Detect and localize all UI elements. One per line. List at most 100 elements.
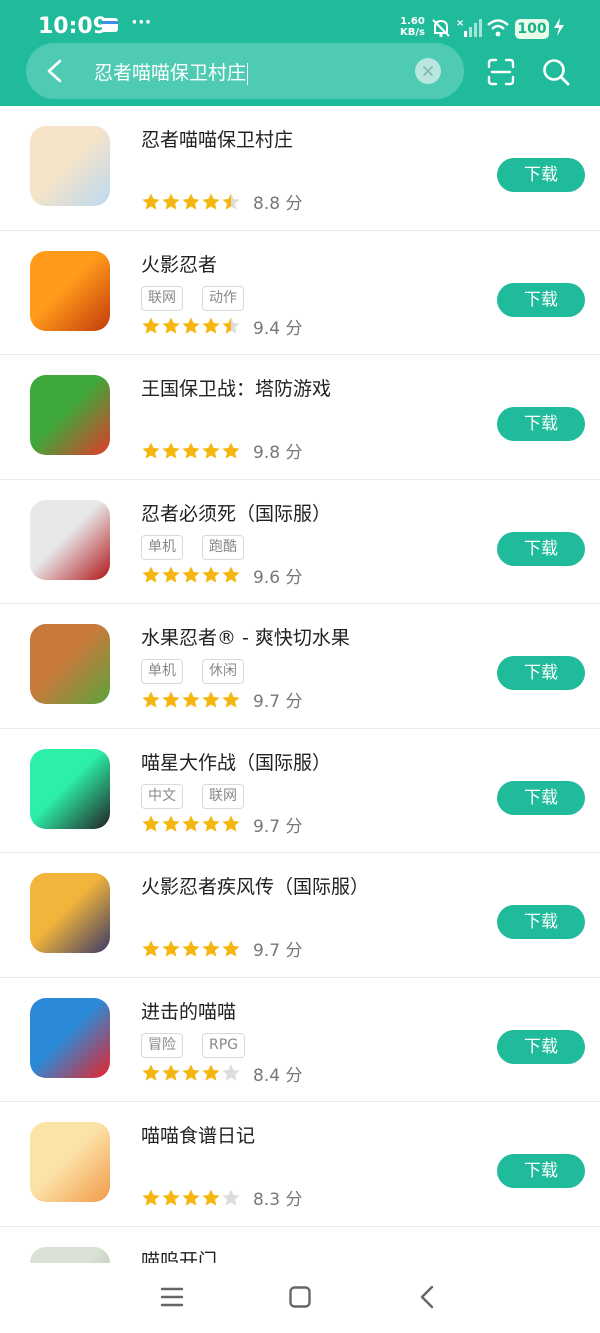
app-tags: 中文 联网 (141, 783, 244, 809)
app-name[interactable]: 火影忍者疾风传（国际服） (141, 872, 369, 899)
app-tag: 休闲 (202, 659, 244, 684)
star-icon (202, 691, 220, 708)
app-score: 9.7 分 (253, 692, 303, 712)
app-name[interactable]: 忍者必须死（国际服） (141, 499, 331, 526)
download-button[interactable]: 下载 (497, 656, 585, 690)
app-tag: 联网 (202, 783, 244, 809)
download-button[interactable]: 下载 (497, 407, 585, 441)
app-list-item[interactable]: 水果忍者® - 爽快切水果 单机 休闲 9.7 分 下载 (0, 604, 600, 729)
app-name[interactable]: 忍者喵喵保卫村庄 (141, 125, 293, 152)
app-icon[interactable] (30, 624, 110, 704)
app-list-item[interactable]: 喵喵食谱日记 8.3 分 下载 (0, 1102, 600, 1227)
header: 10:09 ··· 1.60 KB/s × 100 忍者喵喵保卫村庄 (0, 0, 600, 106)
app-rating: 8.8 分 (141, 189, 302, 214)
app-score: 9.6 分 (253, 567, 303, 588)
search-icon[interactable] (541, 57, 571, 87)
app-rating: 8.4 分 (141, 1061, 302, 1086)
scan-icon[interactable] (486, 57, 516, 87)
app-list-item[interactable]: 喵呜开门 (0, 1227, 600, 1264)
download-button[interactable]: 下载 (497, 531, 585, 566)
app-score: 9.8 分 (253, 443, 303, 463)
star-icon (182, 317, 200, 334)
app-tag: 联网 (141, 285, 183, 311)
download-button[interactable]: 下载 (497, 905, 585, 939)
app-icon[interactable] (30, 997, 110, 1078)
app-tags: 单机 跑酷 (141, 534, 244, 560)
battery-level: 100 (515, 19, 549, 39)
star-icon (142, 317, 160, 334)
back-arrow-icon[interactable] (42, 57, 68, 85)
app-list-item[interactable]: 火影忍者疾风传（国际服） 9.7 分 下载 (0, 853, 600, 978)
net-speed: 1.60 KB/s (400, 16, 425, 38)
star-icon (182, 691, 200, 708)
star-icon (142, 691, 160, 708)
app-score: 8.3 分 (253, 1190, 303, 1210)
home-icon[interactable] (288, 1285, 312, 1309)
app-tag: 单机 (141, 659, 183, 684)
star-icon (222, 1064, 240, 1081)
app-list-item[interactable]: 火影忍者联网 动作 9.4 分 下载 (0, 231, 600, 355)
back-icon[interactable] (416, 1285, 440, 1309)
app-name[interactable]: 喵星大作战（国际服） (141, 748, 331, 775)
clear-x-icon[interactable] (415, 58, 441, 84)
star-icon (162, 317, 180, 334)
menu-icon[interactable] (160, 1285, 184, 1309)
status-bar: 10:09 ··· 1.60 KB/s × 100 (0, 0, 600, 48)
app-icon[interactable] (30, 126, 110, 206)
app-score: 9.4 分 (253, 318, 303, 339)
app-tags: 冒险 RPG (141, 1032, 246, 1058)
star-icon (142, 442, 160, 459)
app-icon[interactable] (30, 1122, 110, 1202)
app-list-item[interactable]: 喵星大作战（国际服） 中文 联网 9.7 分 下载 (0, 729, 600, 853)
download-button[interactable]: 下载 (497, 780, 585, 815)
app-icon[interactable] (30, 748, 110, 829)
app-icon[interactable] (30, 375, 110, 455)
app-name[interactable]: 喵喵食谱日记 (141, 1121, 255, 1148)
star-icon (202, 566, 220, 583)
app-name[interactable]: 进击的喵喵 (141, 997, 236, 1024)
star-icon (142, 1189, 160, 1206)
app-name[interactable]: 火影忍者 (141, 250, 217, 277)
app-list-item[interactable]: 忍者喵喵保卫村庄 8.8 分 下载 (0, 106, 600, 231)
app-tag: 动作 (202, 285, 244, 311)
app-icon[interactable] (30, 250, 110, 331)
wifi-icon (487, 19, 509, 37)
app-score: 9.7 分 (253, 941, 303, 961)
download-button[interactable]: 下载 (497, 158, 585, 192)
bell-muted-icon (432, 19, 450, 38)
search-bar[interactable]: 忍者喵喵保卫村庄 (26, 43, 464, 99)
app-list-item[interactable]: 忍者必须死（国际服） 单机 跑酷 9.6 分 下载 (0, 480, 600, 604)
app-name[interactable]: 喵呜开门 (141, 1246, 217, 1264)
star-icon (162, 1189, 180, 1206)
net-speed-unit: KB/s (400, 27, 425, 38)
star-icon (142, 815, 160, 832)
app-list-item[interactable]: 王国保卫战：塔防游戏 9.8 分 下载 (0, 355, 600, 480)
star-icon (202, 193, 220, 210)
download-button[interactable]: 下载 (497, 282, 585, 317)
app-icon[interactable] (30, 1246, 110, 1263)
net-speed-value: 1.60 (400, 16, 425, 27)
star-icon (222, 317, 240, 334)
star-icon (182, 566, 200, 583)
star-icon (162, 566, 180, 583)
star-icon (182, 940, 200, 957)
star-icon (202, 1064, 220, 1081)
star-icon (202, 815, 220, 832)
search-input[interactable]: 忍者喵喵保卫村庄 (94, 58, 249, 85)
download-button[interactable]: 下载 (497, 1154, 585, 1188)
star-icon (222, 815, 240, 832)
star-icon (222, 193, 240, 210)
app-icon[interactable] (30, 873, 110, 953)
download-button[interactable]: 下载 (497, 1029, 585, 1064)
search-query-text: 忍者喵喵保卫村庄 (94, 62, 247, 84)
app-rating: 9.7 分 (141, 812, 302, 837)
text-caret (247, 62, 249, 85)
app-icon[interactable] (30, 499, 110, 580)
app-name[interactable]: 水果忍者® - 爽快切水果 (141, 623, 350, 650)
app-list-item[interactable]: 进击的喵喵冒险 RPG 8.4 分 下载 (0, 978, 600, 1102)
star-icon (202, 317, 220, 334)
star-icon (162, 442, 180, 459)
app-name[interactable]: 王国保卫战：塔防游戏 (141, 374, 331, 401)
star-icon (222, 691, 240, 708)
app-score: 8.8 分 (253, 194, 303, 214)
